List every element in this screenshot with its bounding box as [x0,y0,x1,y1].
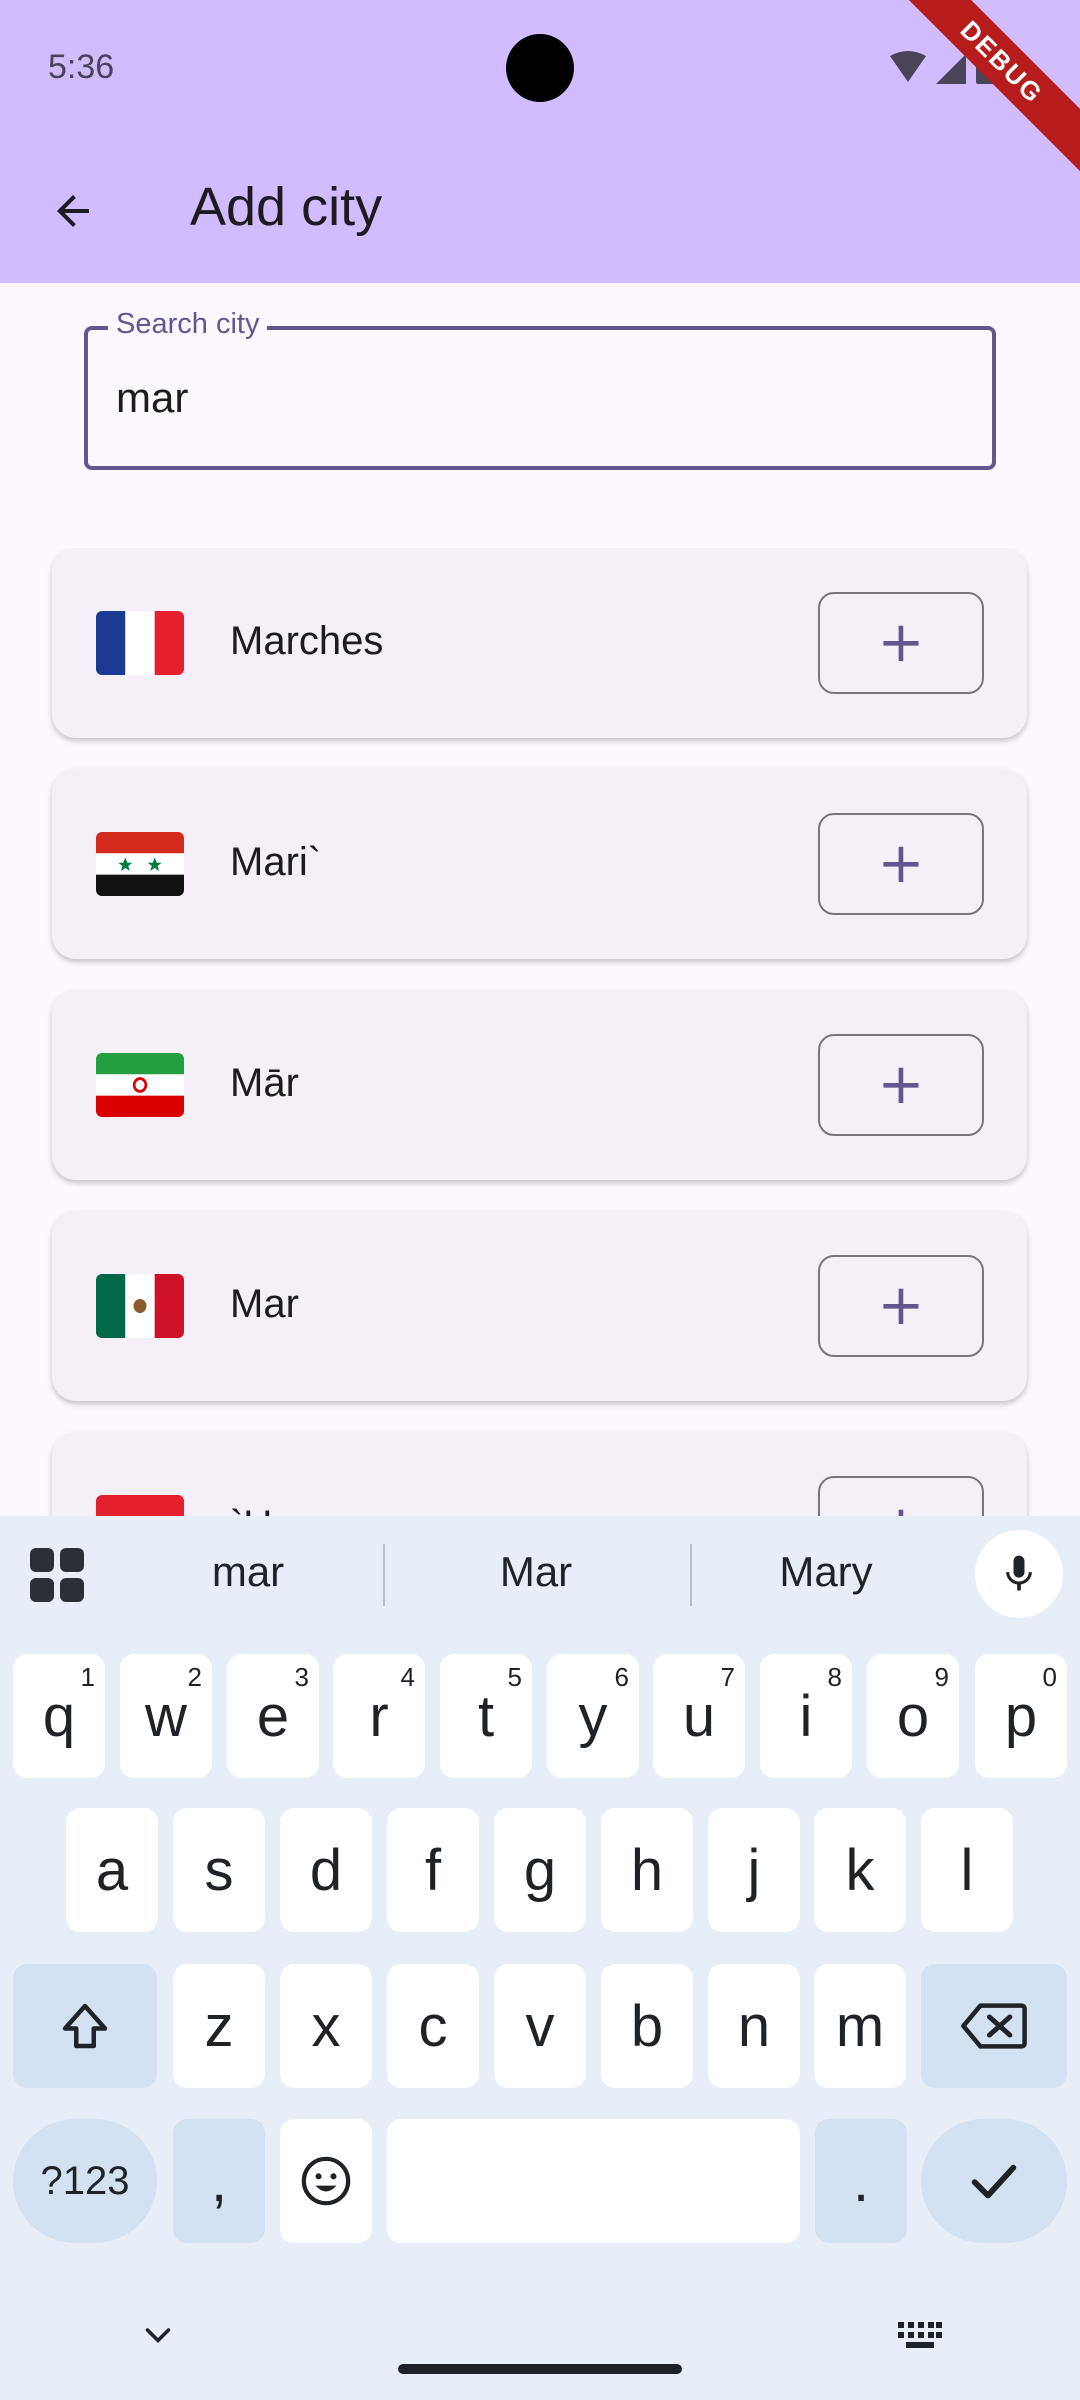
key-m[interactable]: m [814,1964,906,2088]
suggestion-divider [690,1544,692,1606]
key-u[interactable]: u7 [653,1654,745,1778]
mexico-flag-icon [96,1274,184,1338]
suggestion-divider [383,1544,385,1606]
plus-icon: + [878,1499,925,1517]
key-y[interactable]: y6 [547,1654,639,1778]
suggestion-bar: mar Mar Mary [0,1516,1080,1630]
key-g[interactable]: g [494,1808,586,1932]
hide-keyboard-chevron-icon[interactable] [140,2318,176,2354]
key-q[interactable]: q1 [13,1654,105,1778]
emoji-key[interactable] [280,2119,372,2243]
red-white-flag-icon [96,1495,184,1516]
city-name: Marches [230,619,384,663]
camera-cutout [506,34,574,102]
key-j[interactable]: j [708,1808,800,1932]
shift-key[interactable] [13,1964,157,2088]
key-f[interactable]: f [387,1808,479,1932]
debug-banner: DEBUG [866,0,1080,198]
checkmark-icon [971,2164,1017,2199]
city-name: Mari` [230,840,322,884]
space-bar[interactable] [387,2119,800,2243]
city-name: `U [230,1503,272,1516]
iran-flag-icon [96,1053,184,1117]
shift-icon [62,2003,108,2049]
key-b[interactable]: b [601,1964,693,2088]
suggestion-1[interactable]: mar [130,1542,366,1602]
key-t[interactable]: t5 [440,1654,532,1778]
search-input[interactable] [116,370,956,426]
key-z[interactable]: z [173,1964,265,2088]
plus-icon: + [877,1052,925,1117]
period-key[interactable]: . [815,2119,907,2243]
search-label: Search city [108,308,268,341]
key-x[interactable]: x [280,1964,372,2088]
add-city-button[interactable]: + [818,592,984,694]
add-city-button[interactable]: + [818,1034,984,1136]
microphone-icon [1006,1555,1032,1591]
suggestion-3[interactable]: Mary [705,1542,947,1602]
key-l[interactable]: l [921,1808,1013,1932]
city-card-mar-mexico: Mar + [52,1211,1027,1401]
emoji-icon [301,2156,351,2206]
city-name: Mār [230,1061,299,1105]
key-h[interactable]: h [601,1808,693,1932]
wifi-icon [890,51,926,82]
key-p[interactable]: p0 [975,1654,1067,1778]
city-card-mari: Mari` + [52,769,1027,959]
key-w[interactable]: w2 [120,1654,212,1778]
suggestion-2[interactable]: Mar [400,1542,672,1602]
plus-icon: + [877,1273,925,1338]
home-indicator[interactable] [398,2364,682,2374]
add-city-button[interactable]: + [818,1476,984,1516]
on-screen-keyboard: mar Mar Mary q1 w2 e3 r4 t5 y6 u7 i8 o9 … [0,1516,1080,2400]
page-title: Add city [190,177,383,237]
city-name: Mar [230,1282,299,1326]
city-list[interactable]: Marches + Mari` + Mār + Mar + `U + [0,548,1080,1516]
backspace-icon [961,2003,1027,2049]
key-r[interactable]: r4 [333,1654,425,1778]
key-e[interactable]: e3 [227,1654,319,1778]
plus-icon: + [877,610,925,675]
city-card-mar-iran: Mār + [52,990,1027,1180]
status-time: 5:36 [48,48,115,86]
keyboard-switch-icon[interactable] [898,2322,942,2350]
app-bar: 5:36 DEBUG Add city [0,0,1080,283]
key-s[interactable]: s [173,1808,265,1932]
key-a[interactable]: a [66,1808,158,1932]
plus-icon: + [877,831,925,896]
apps-grid-icon[interactable] [30,1548,84,1602]
backspace-key[interactable] [921,1964,1067,2088]
arrow-back-icon [57,195,89,227]
france-flag-icon [96,611,184,675]
key-c[interactable]: c [387,1964,479,2088]
done-key[interactable] [921,2119,1067,2243]
syria-flag-icon [96,832,184,896]
search-field[interactable]: Search city [84,308,996,470]
city-card-u: `U + [52,1432,1027,1516]
add-city-button[interactable]: + [818,1255,984,1357]
key-d[interactable]: d [280,1808,372,1932]
key-k[interactable]: k [814,1808,906,1932]
add-city-button[interactable]: + [818,813,984,915]
key-i[interactable]: i8 [760,1654,852,1778]
key-v[interactable]: v [494,1964,586,2088]
city-card-marches: Marches + [52,548,1027,738]
signal-icon [936,54,966,84]
symbols-key[interactable]: ?123 [13,2119,157,2243]
comma-key[interactable]: , [173,2119,265,2243]
voice-input-button[interactable] [975,1530,1063,1618]
key-o[interactable]: o9 [867,1654,959,1778]
key-n[interactable]: n [708,1964,800,2088]
back-button[interactable] [30,168,116,254]
